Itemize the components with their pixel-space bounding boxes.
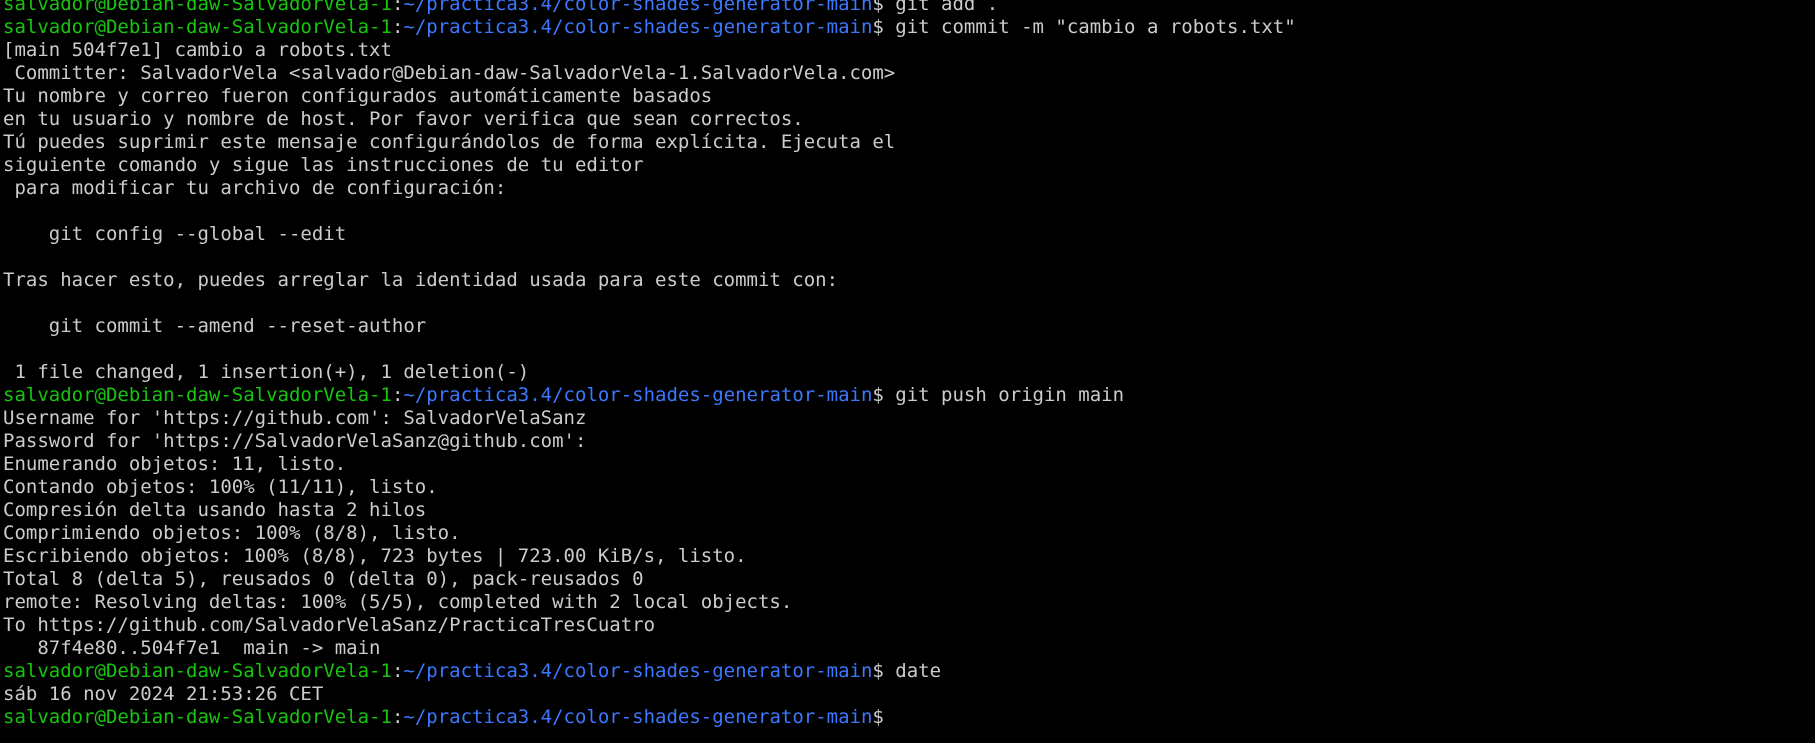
command-text: git commit -m "cambio a robots.txt" — [883, 16, 1296, 38]
output-text: Username for 'https://github.com': Salva… — [3, 407, 587, 429]
output-line: Tu nombre y correo fueron configurados a… — [3, 85, 1813, 108]
output-line: Username for 'https://github.com': Salva… — [3, 407, 1813, 430]
output-line: Password for 'https://SalvadorVelaSanz@g… — [3, 430, 1813, 453]
prompt-line: salvador@Debian-daw-SalvadorVela-1:~/pra… — [3, 660, 1813, 683]
output-line: 1 file changed, 1 insertion(+), 1 deleti… — [3, 361, 1813, 384]
command-text: git add . — [883, 0, 999, 15]
output-text: Committer: SalvadorVela <salvador@Debian… — [3, 62, 896, 84]
prompt-line: salvador@Debian-daw-SalvadorVela-1:~/pra… — [3, 16, 1813, 39]
output-text: Tú puedes suprimir este mensaje configur… — [3, 131, 896, 153]
output-text: Comprimiendo objetos: 100% (8/8), listo. — [3, 522, 461, 544]
output-text: Escribiendo objetos: 100% (8/8), 723 byt… — [3, 545, 747, 567]
text-cursor — [884, 707, 895, 727]
prompt-user-host: salvador@Debian-daw-SalvadorVela-1 — [3, 384, 392, 406]
prompt-user-host: salvador@Debian-daw-SalvadorVela-1 — [3, 660, 392, 682]
output-text: Contando objetos: 100% (11/11), listo. — [3, 476, 438, 498]
command-text: git push origin main — [883, 384, 1125, 406]
output-line: Enumerando objetos: 11, listo. — [3, 453, 1813, 476]
output-text: Enumerando objetos: 11, listo. — [3, 453, 347, 475]
output-text: git config --global --edit — [3, 223, 347, 245]
output-line: sáb 16 nov 2024 21:53:26 CET — [3, 683, 1813, 706]
output-line: siguiente comando y sigue las instruccio… — [3, 154, 1813, 177]
output-text: remote: Resolving deltas: 100% (5/5), co… — [3, 591, 793, 613]
output-text: siguiente comando y sigue las instruccio… — [3, 154, 644, 176]
output-text: Password for 'https://SalvadorVelaSanz@g… — [3, 430, 587, 452]
prompt-user-host: salvador@Debian-daw-SalvadorVela-1 — [3, 0, 392, 15]
output-text: Total 8 (delta 5), reusados 0 (delta 0),… — [3, 568, 644, 590]
output-line: Tras hacer esto, puedes arreglar la iden… — [3, 269, 1813, 292]
prompt-symbol: $ — [872, 384, 884, 406]
output-line: git commit --amend --reset-author — [3, 315, 1813, 338]
prompt-separator: : — [391, 0, 404, 15]
output-line: git config --global --edit — [3, 223, 1813, 246]
prompt-separator: : — [391, 706, 404, 728]
output-line: To https://github.com/SalvadorVelaSanz/P… — [3, 614, 1813, 637]
output-text: Compresión delta usando hasta 2 hilos — [3, 499, 427, 521]
prompt-path: ~/practica3.4/color-shades-generator-mai… — [403, 16, 873, 38]
output-text: en tu usuario y nombre de host. Por favo… — [3, 108, 804, 130]
prompt-path: ~/practica3.4/color-shades-generator-mai… — [403, 384, 873, 406]
prompt-separator: : — [391, 660, 404, 682]
output-line: en tu usuario y nombre de host. Por favo… — [3, 108, 1813, 131]
prompt-path: ~/practica3.4/color-shades-generator-mai… — [403, 0, 873, 15]
output-text: sáb 16 nov 2024 21:53:26 CET — [3, 683, 324, 705]
terminal-output[interactable]: salvador@Debian-daw-SalvadorVela-1:~/pra… — [3, 0, 1813, 729]
command-text: date — [883, 660, 942, 682]
prompt-user-host: salvador@Debian-daw-SalvadorVela-1 — [3, 706, 392, 728]
output-line: para modificar tu archivo de configuraci… — [3, 177, 1813, 200]
output-text: [main 504f7e1] cambio a robots.txt — [3, 39, 392, 61]
output-line: [main 504f7e1] cambio a robots.txt — [3, 39, 1813, 62]
output-line: Compresión delta usando hasta 2 hilos — [3, 499, 1813, 522]
output-text: 87f4e80..504f7e1 main -> main — [3, 637, 381, 659]
output-text: git commit --amend --reset-author — [3, 315, 427, 337]
output-text: para modificar tu archivo de configuraci… — [3, 177, 507, 199]
prompt-path: ~/practica3.4/color-shades-generator-mai… — [403, 660, 873, 682]
prompt-line: salvador@Debian-daw-SalvadorVela-1:~/pra… — [3, 706, 1813, 729]
prompt-symbol: $ — [872, 0, 884, 15]
output-text: 1 file changed, 1 insertion(+), 1 deleti… — [3, 361, 530, 383]
output-line: Committer: SalvadorVela <salvador@Debian… — [3, 62, 1813, 85]
output-line: Contando objetos: 100% (11/11), listo. — [3, 476, 1813, 499]
output-text: Tras hacer esto, puedes arreglar la iden… — [3, 269, 839, 291]
prompt-symbol: $ — [872, 16, 884, 38]
prompt-line: salvador@Debian-daw-SalvadorVela-1:~/pra… — [3, 0, 1813, 16]
output-line: Total 8 (delta 5), reusados 0 (delta 0),… — [3, 568, 1813, 591]
output-line: Escribiendo objetos: 100% (8/8), 723 byt… — [3, 545, 1813, 568]
prompt-symbol: $ — [872, 706, 884, 728]
prompt-path: ~/practica3.4/color-shades-generator-mai… — [403, 706, 873, 728]
prompt-separator: : — [391, 384, 404, 406]
output-text: Tu nombre y correo fueron configurados a… — [3, 85, 713, 107]
output-line: remote: Resolving deltas: 100% (5/5), co… — [3, 591, 1813, 614]
prompt-symbol: $ — [872, 660, 884, 682]
output-text: To https://github.com/SalvadorVelaSanz/P… — [3, 614, 656, 636]
prompt-line: salvador@Debian-daw-SalvadorVela-1:~/pra… — [3, 384, 1813, 407]
prompt-separator: : — [391, 16, 404, 38]
output-line: Comprimiendo objetos: 100% (8/8), listo. — [3, 522, 1813, 545]
output-line: 87f4e80..504f7e1 main -> main — [3, 637, 1813, 660]
prompt-user-host: salvador@Debian-daw-SalvadorVela-1 — [3, 16, 392, 38]
output-line: Tú puedes suprimir este mensaje configur… — [3, 131, 1813, 154]
